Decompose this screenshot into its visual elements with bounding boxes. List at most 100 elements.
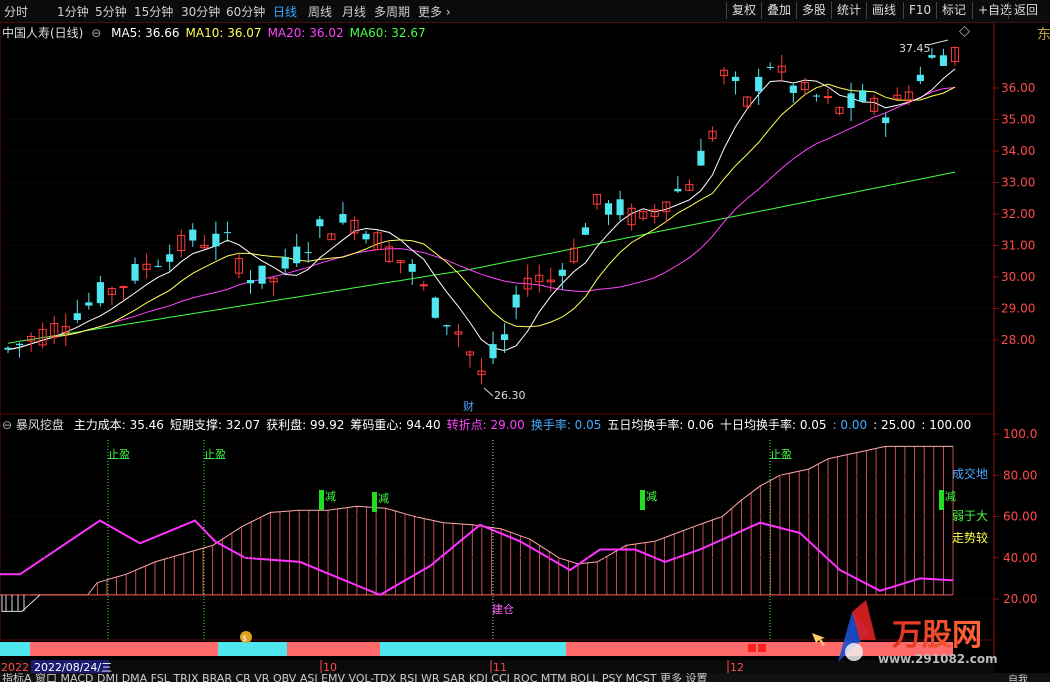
candle[interactable]	[431, 296, 439, 319]
toolbar-button-5[interactable]: F10	[903, 2, 936, 19]
toolbar-button-4[interactable]: 画线	[866, 2, 901, 19]
candle[interactable]	[489, 331, 497, 365]
candle[interactable]	[581, 222, 590, 236]
candle[interactable]	[755, 68, 763, 106]
candle[interactable]	[269, 276, 278, 296]
toolbar-button-1[interactable]: 叠加	[761, 2, 796, 19]
candle[interactable]	[246, 270, 255, 294]
candle[interactable]	[882, 112, 890, 137]
period-tab-1[interactable]: 1分钟	[57, 3, 89, 20]
candle[interactable]	[465, 350, 475, 368]
candle[interactable]	[916, 66, 924, 85]
period-tab-9[interactable]: 多周期	[374, 3, 410, 20]
period-tab-10[interactable]: 更多 ›	[418, 3, 451, 20]
candle[interactable]	[107, 286, 117, 306]
candle[interactable]	[616, 190, 624, 221]
candle[interactable]	[569, 238, 578, 264]
toolbar-button-0[interactable]: 复权	[726, 2, 761, 19]
candle[interactable]	[731, 71, 740, 95]
candle[interactable]	[154, 259, 162, 268]
candle[interactable]	[373, 230, 382, 251]
candle[interactable]	[662, 201, 671, 223]
candle[interactable]	[166, 244, 174, 271]
candle[interactable]	[4, 346, 12, 354]
candle[interactable]	[512, 285, 520, 320]
candle[interactable]	[61, 313, 70, 347]
period-tab-5[interactable]: 60分钟	[226, 3, 265, 20]
candle[interactable]	[639, 210, 648, 221]
candle[interactable]	[212, 221, 220, 261]
candle[interactable]	[674, 176, 682, 193]
candle[interactable]	[189, 223, 197, 247]
candle[interactable]	[200, 234, 209, 250]
candle[interactable]	[592, 193, 602, 210]
candle[interactable]	[859, 84, 867, 103]
candle[interactable]	[304, 242, 312, 263]
candle[interactable]	[904, 85, 913, 106]
candle[interactable]	[385, 241, 394, 263]
candle[interactable]	[15, 342, 24, 358]
candle[interactable]	[501, 323, 509, 354]
candle[interactable]	[281, 248, 289, 276]
candle[interactable]	[27, 332, 36, 353]
candle[interactable]	[234, 253, 244, 279]
candle[interactable]	[823, 89, 833, 105]
candle[interactable]	[258, 265, 266, 289]
candle[interactable]	[697, 138, 705, 166]
candlesticks[interactable]	[4, 46, 960, 385]
candle[interactable]	[743, 95, 752, 110]
candle[interactable]	[38, 322, 47, 349]
candle[interactable]	[535, 264, 544, 293]
candle[interactable]	[396, 260, 405, 274]
period-tab-8[interactable]: 月线	[342, 3, 366, 20]
candle[interactable]	[454, 324, 463, 347]
candle[interactable]	[177, 229, 186, 258]
candle[interactable]	[293, 233, 301, 267]
toolbar-button-3[interactable]: 统计	[831, 2, 866, 19]
candle[interactable]	[835, 106, 844, 116]
indicator-tab-bar[interactable]: 指标A 窗口 MACD DMI DMA FSL TRIX BRAR CR VR …	[0, 673, 1050, 682]
candle[interactable]	[685, 179, 694, 191]
candle[interactable]	[870, 94, 879, 115]
candle[interactable]	[85, 292, 93, 310]
candle[interactable]	[96, 275, 104, 307]
candle[interactable]	[339, 202, 347, 225]
candle[interactable]	[812, 93, 820, 102]
candle[interactable]	[523, 264, 532, 297]
period-tab-7[interactable]: 周线	[308, 3, 332, 20]
candle[interactable]	[142, 253, 151, 279]
period-tab-2[interactable]: 5分钟	[95, 3, 127, 20]
toolbar-button-2[interactable]: 多股	[796, 2, 831, 19]
finance-marker[interactable]: 财	[463, 399, 474, 413]
period-tab-0[interactable]: 分时	[4, 3, 28, 20]
collapse-icon[interactable]: ⊖	[91, 26, 101, 40]
candle[interactable]	[719, 67, 729, 85]
candle[interactable]	[408, 259, 416, 285]
candle[interactable]	[789, 83, 797, 103]
candle[interactable]	[327, 232, 336, 241]
candle[interactable]	[419, 281, 428, 291]
toolbar-button-8[interactable]: 返回	[1008, 2, 1043, 19]
chart-area[interactable]: 37.45 26.30 财 36.00 35.00 34.00 33.00 32.00 31.0…	[0, 22, 1050, 673]
period-tab-6[interactable]: 日线	[273, 3, 297, 20]
candle[interactable]	[477, 358, 486, 385]
candle[interactable]	[708, 126, 717, 142]
candle[interactable]	[223, 221, 232, 243]
candle[interactable]	[893, 87, 902, 100]
candle[interactable]	[316, 216, 324, 238]
period-tab-4[interactable]: 30分钟	[181, 3, 220, 20]
candle[interactable]	[604, 199, 613, 226]
collapse-icon[interactable]: ⊖	[2, 418, 12, 432]
candle[interactable]	[350, 216, 359, 240]
toolbar-button-6[interactable]: 标记	[936, 2, 971, 19]
candle[interactable]	[443, 324, 451, 335]
candle[interactable]	[777, 54, 786, 83]
candle[interactable]	[939, 48, 948, 66]
candle[interactable]	[766, 62, 774, 70]
candle[interactable]	[950, 46, 960, 66]
candle[interactable]	[73, 299, 81, 323]
candle[interactable]	[362, 230, 370, 244]
candle[interactable]	[627, 203, 636, 231]
candle[interactable]	[119, 285, 128, 301]
period-tab-3[interactable]: 15分钟	[134, 3, 173, 20]
